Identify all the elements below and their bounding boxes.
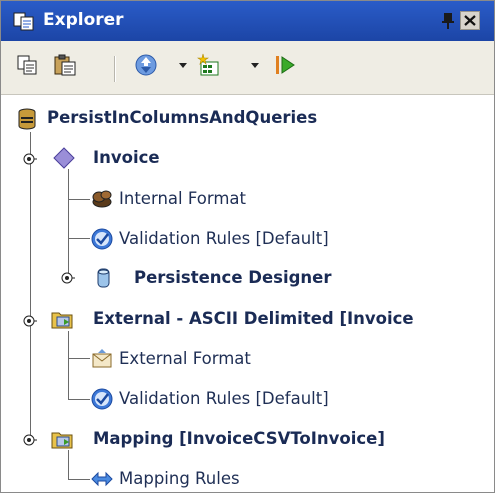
new-item-icon[interactable] [197,53,221,77]
expand-toggle-icon[interactable] [23,314,37,328]
tree-line [68,450,69,480]
expand-toggle-icon[interactable] [23,433,37,447]
tree-line [68,479,90,480]
external-folder-icon [51,312,73,329]
tree-root-label[interactable]: PersistInColumnsAndQueries [47,108,317,127]
tree-line [68,169,69,277]
tree-line [68,331,69,400]
tree-node-persistence-designer[interactable]: Persistence Designer [134,268,332,287]
paste-icon[interactable] [53,53,77,77]
tree-node-validation-rules[interactable]: Validation Rules [Default] [119,229,329,248]
expand-toggle-icon[interactable] [23,152,37,166]
tree-node-validation-rules-external[interactable]: Validation Rules [Default] [119,389,329,408]
close-icon [464,15,476,26]
mapping-folder-icon [51,432,73,449]
toolbar-separator [114,56,116,82]
tree-line [68,399,90,400]
database-icon [18,108,36,130]
panel-title: Explorer [43,10,124,30]
explorer-icon [13,12,34,31]
sync-icon[interactable] [134,53,158,77]
validation-icon [91,388,113,410]
pin-icon[interactable] [441,12,455,30]
tree-line [68,358,90,359]
persistence-icon [97,268,110,288]
new-item-dropdown-icon[interactable] [251,63,259,69]
tree-node-invoice[interactable]: Invoice [93,148,160,167]
sync-dropdown-icon[interactable] [179,63,187,69]
close-button[interactable] [460,11,480,30]
explorer-panel: Explorer PersistInColumnsAndQueries Invo… [0,0,495,493]
tree-node-mapping[interactable]: Mapping [InvoiceCSVToInvoice] [93,429,385,448]
tree-node-mapping-rules[interactable]: Mapping Rules [119,469,240,488]
run-icon[interactable] [273,53,297,77]
tree-line [30,132,31,440]
validation-icon [91,228,113,250]
tree-line [68,238,90,239]
copy-icon[interactable] [15,53,39,77]
tree-line [68,199,90,200]
tree-node-external-ascii[interactable]: External - ASCII Delimited [Invoice [93,309,414,328]
tree-node-internal-format[interactable]: Internal Format [119,189,246,208]
expand-toggle-icon[interactable] [61,271,75,285]
tree-node-external-format[interactable]: External Format [119,349,251,368]
internal-format-icon [92,190,112,208]
diamond-icon [53,147,75,169]
mapping-rules-icon [91,471,113,487]
panel-titlebar[interactable]: Explorer [1,1,494,41]
envelope-icon [92,349,112,368]
